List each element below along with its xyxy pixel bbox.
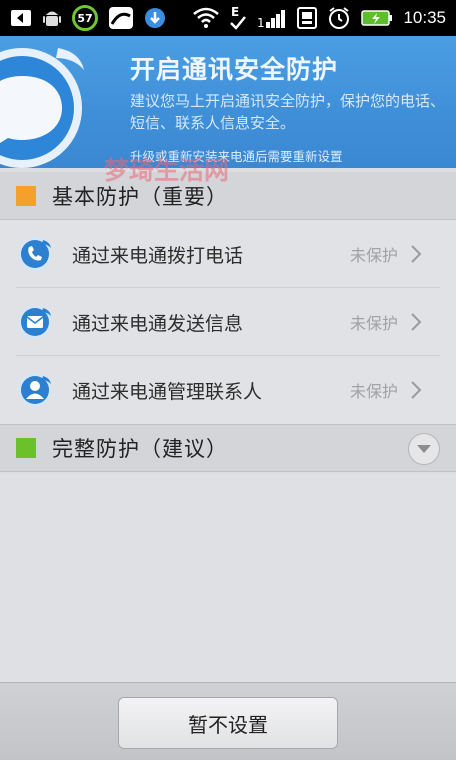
banner-description: 建议您马上开启通讯安全防护，保护您的电话、短信、联系人信息安全。 [130, 92, 446, 132]
list-item-message[interactable]: 通过来电通发送信息 未保护 [0, 288, 456, 356]
chevron-down-icon [417, 445, 431, 453]
security-banner: 开启通讯安全防护 建议您马上开启通讯安全防护，保护您的电话、短信、联系人信息安全… [0, 36, 456, 168]
section-title: 基本防护（重要） [52, 184, 228, 209]
app-logo-icon [0, 48, 84, 168]
back-icon [10, 7, 32, 29]
list-item-contacts[interactable]: 通过来电通管理联系人 未保护 [0, 356, 456, 424]
svg-text:1: 1 [257, 16, 265, 29]
empty-content-area [0, 474, 456, 682]
banner-note: 升级或重新安装来电通后需要重新设置 [130, 149, 343, 164]
map-icon [108, 6, 134, 30]
download-icon [144, 7, 166, 29]
cell-signal-icon: 1 [257, 7, 287, 29]
section-title: 完整防护（建议） [52, 437, 228, 461]
chevron-right-icon [411, 245, 422, 263]
section-full-protection[interactable]: 完整防护（建议） [0, 424, 456, 472]
storage-icon [297, 6, 318, 30]
android-debug-icon [42, 6, 62, 30]
svg-text:E: E [231, 5, 239, 19]
list-item-call[interactable]: 通过来电通拨打电话 未保护 [0, 220, 456, 288]
item-label: 通过来电通拨打电话 [72, 244, 244, 267]
e-signal-icon: E [229, 4, 247, 32]
item-label: 通过来电通发送信息 [72, 312, 244, 335]
skip-setup-button[interactable]: 暂不设置 [118, 697, 338, 749]
alarm-icon [327, 6, 351, 30]
chevron-right-icon [411, 381, 422, 399]
item-label: 通过来电通管理联系人 [72, 380, 263, 403]
wifi-icon [193, 7, 220, 29]
green-square-icon [16, 438, 36, 458]
chevron-right-icon [411, 313, 422, 331]
battery-charging-icon [361, 8, 393, 28]
status-text: 未保护 [349, 314, 398, 333]
clock-time: 10:35 [403, 8, 446, 27]
status-text: 未保护 [349, 382, 398, 401]
orange-square-icon [16, 185, 36, 206]
message-icon [18, 305, 52, 339]
status-text: 未保护 [349, 246, 398, 265]
banner-title: 开启通讯安全防护 [130, 55, 339, 84]
section-basic-protection: 基本防护（重要） [0, 172, 456, 220]
bottom-action-bar: 暂不设置 [0, 682, 456, 760]
expand-button[interactable] [408, 433, 440, 465]
contact-icon [18, 373, 52, 407]
status-bar: 57 E 1 10:35 [0, 0, 456, 36]
sync-badge-icon: 57 [72, 5, 98, 31]
phone-icon [18, 237, 52, 271]
